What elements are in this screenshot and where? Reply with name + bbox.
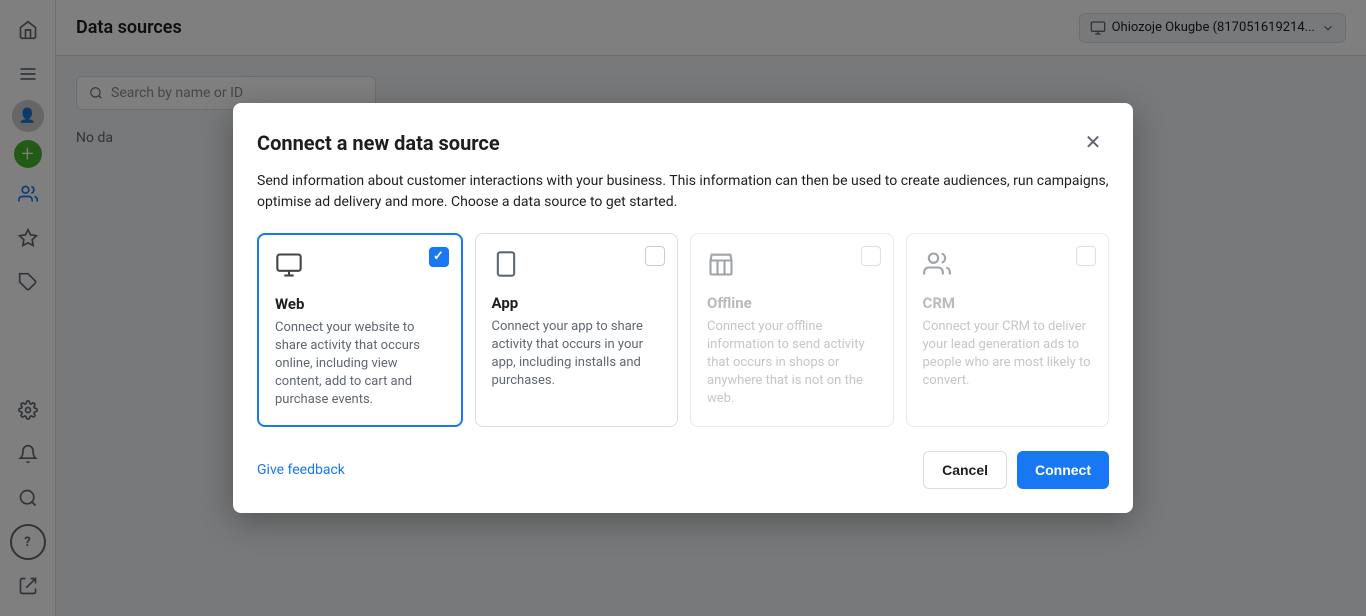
- modal-title: Connect a new data source: [257, 131, 500, 155]
- card-offline-description: Connect your offline information to send…: [707, 318, 877, 409]
- modal-close-button[interactable]: ✕: [1077, 127, 1109, 159]
- card-offline-name: Offline: [707, 294, 877, 312]
- connect-button[interactable]: Connect: [1017, 451, 1109, 489]
- give-feedback-link[interactable]: Give feedback: [257, 462, 345, 478]
- modal-overlay: Connect a new data source ✕ Send informa…: [0, 0, 1366, 616]
- card-crm-description: Connect your CRM to deliver your lead ge…: [923, 318, 1093, 391]
- modal-description: Send information about customer interact…: [257, 171, 1109, 213]
- card-crm-icon: [923, 250, 1093, 284]
- card-offline-icon: [707, 250, 877, 284]
- card-web-name: Web: [275, 295, 445, 313]
- data-source-cards: Web Connect your website to share activit…: [257, 233, 1109, 428]
- card-app-description: Connect your app to share activity that …: [492, 318, 662, 391]
- card-crm: CRM Connect your CRM to deliver your lead…: [906, 233, 1110, 428]
- card-crm-checkbox: [1076, 246, 1096, 266]
- modal-dialog: Connect a new data source ✕ Send informa…: [233, 103, 1133, 514]
- modal-header: Connect a new data source ✕: [257, 127, 1109, 159]
- card-offline: Offline Connect your offline information …: [690, 233, 894, 428]
- footer-buttons: Cancel Connect: [923, 451, 1109, 489]
- card-app-name: App: [492, 294, 662, 312]
- card-offline-checkbox: [861, 246, 881, 266]
- card-web[interactable]: Web Connect your website to share activit…: [257, 233, 463, 428]
- cancel-button[interactable]: Cancel: [923, 451, 1007, 489]
- card-web-checkbox: [429, 247, 449, 267]
- card-app-checkbox: [645, 246, 665, 266]
- card-app-icon: [492, 250, 662, 284]
- card-crm-name: CRM: [923, 294, 1093, 312]
- modal-footer: Give feedback Cancel Connect: [257, 451, 1109, 489]
- card-web-description: Connect your website to share activity t…: [275, 319, 445, 410]
- card-web-icon: [275, 251, 445, 285]
- card-app[interactable]: App Connect your app to share activity th…: [475, 233, 679, 428]
